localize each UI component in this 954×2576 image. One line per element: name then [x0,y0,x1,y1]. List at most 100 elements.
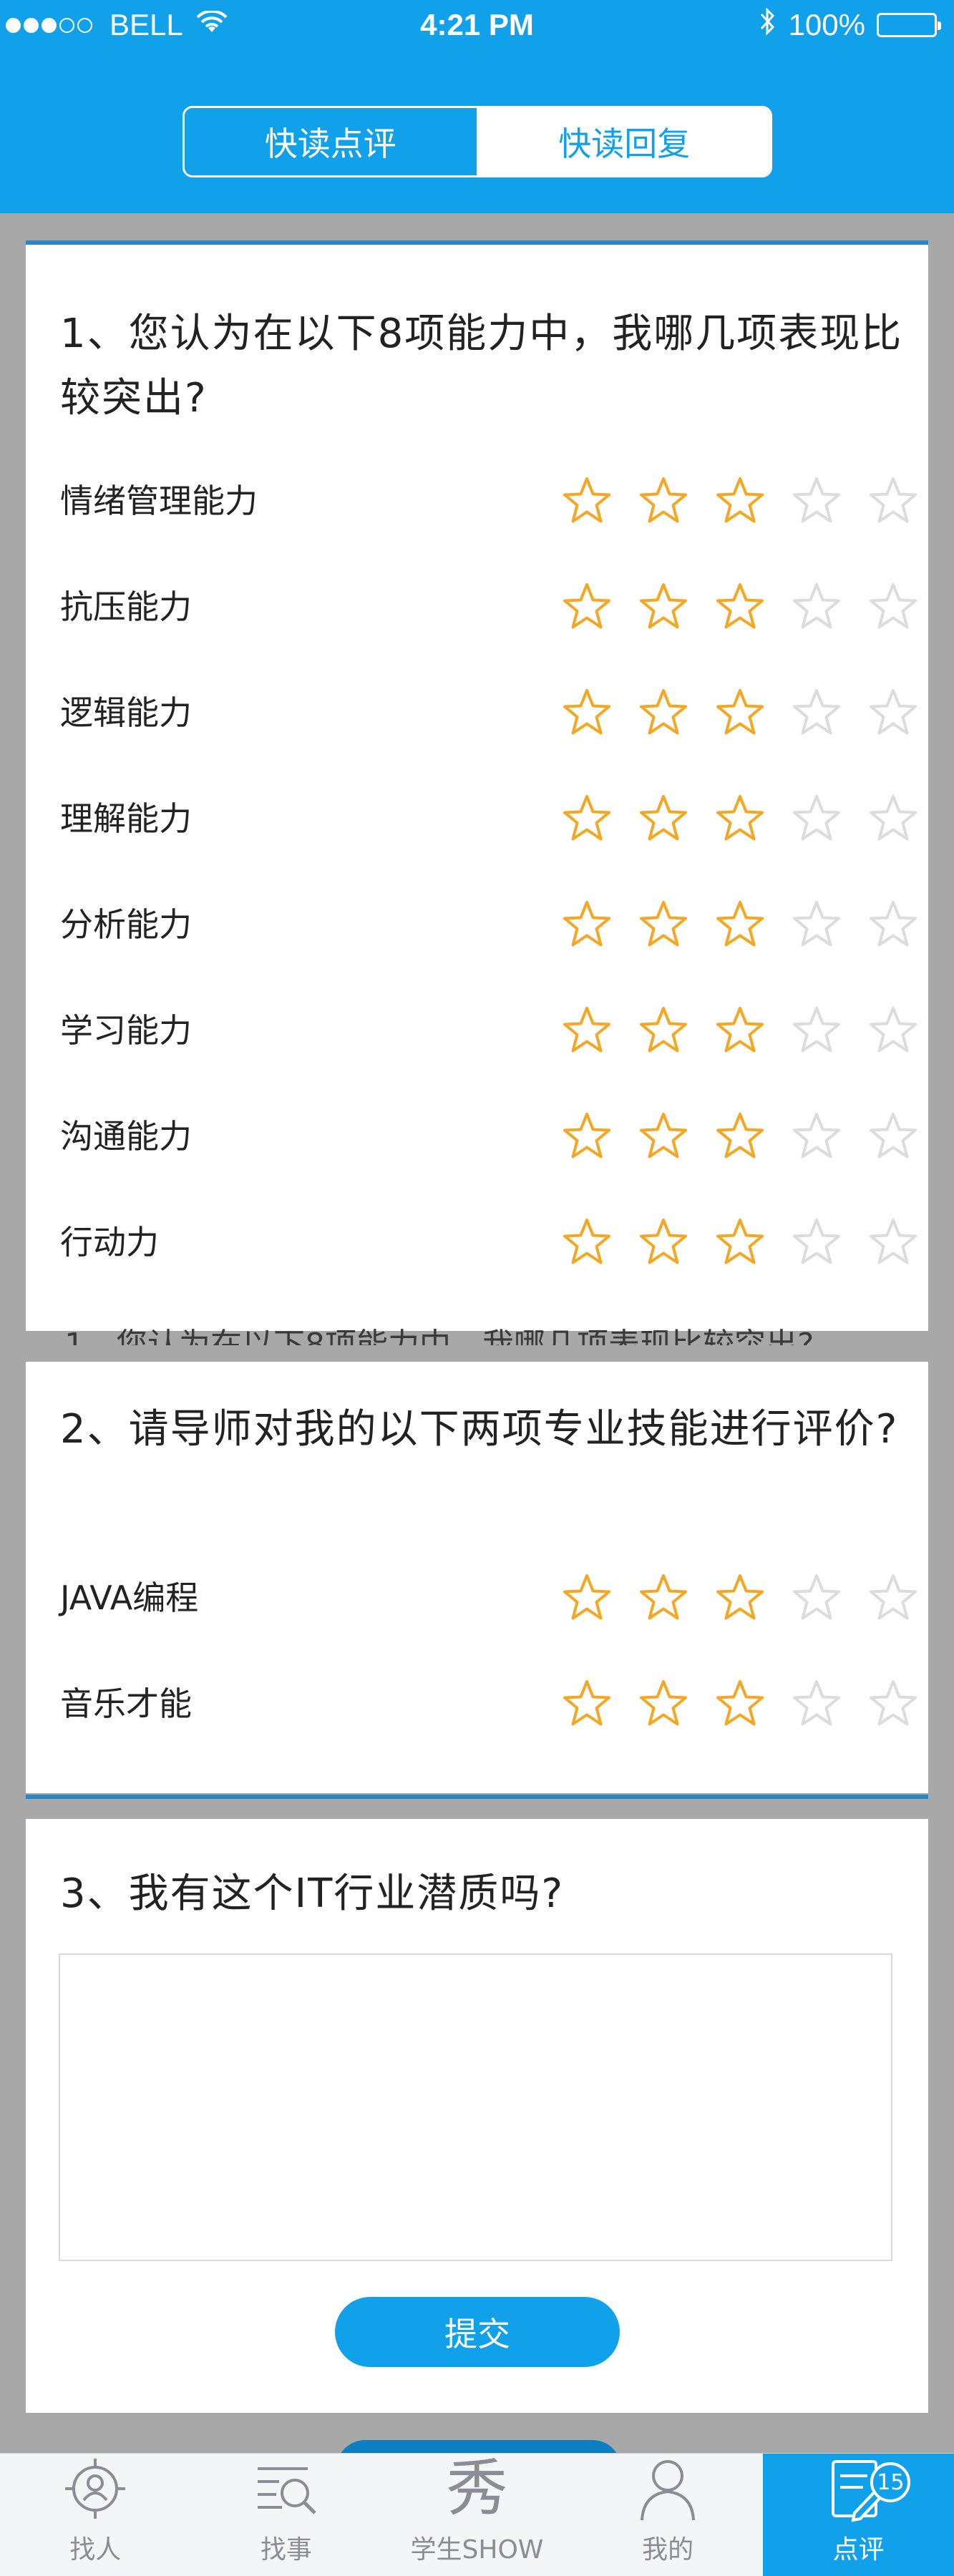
star-empty-icon[interactable] [867,1005,919,1056]
star-empty-icon[interactable] [791,1111,842,1162]
rating-row: JAVA编程 [60,1569,919,1626]
star-empty-icon[interactable] [867,1572,919,1624]
star-filled-icon[interactable] [638,687,689,738]
star-empty-icon[interactable] [867,1111,919,1162]
show-icon: 秀 [446,2453,508,2524]
battery-icon [877,13,941,37]
rating-label: 分析能力 [60,905,192,944]
submit-button[interactable]: 提交 [335,2297,620,2367]
skills-card: 2、请导师对我的以下两项专业技能进行评价? JAVA编程 音乐才能 [26,1362,928,1793]
rating-row: 逻辑能力 [60,684,919,741]
profile-icon [632,2453,704,2524]
star-filled-icon[interactable] [561,1005,613,1056]
rating-row: 理解能力 [60,790,919,847]
star-rating [561,687,919,738]
star-filled-icon[interactable] [714,1005,766,1056]
rating-label: 沟通能力 [60,1117,192,1156]
tab-label: 学生SHOW [410,2535,544,2565]
star-empty-icon[interactable] [791,687,842,738]
star-empty-icon[interactable] [867,475,919,527]
answer-textarea[interactable] [59,1953,892,2261]
find-person-icon [59,2453,131,2524]
star-filled-icon[interactable] [638,899,689,950]
rating-row: 沟通能力 [60,1108,919,1165]
star-filled-icon[interactable] [638,1005,689,1056]
star-filled-icon[interactable] [561,899,613,950]
star-empty-icon[interactable] [791,1678,842,1729]
tab-find-person[interactable]: 找人 [0,2454,191,2576]
star-rating [561,1572,919,1624]
status-bar: BELL 4:21 PM 100% [0,0,954,53]
star-filled-icon[interactable] [638,581,689,633]
app-header: BELL 4:21 PM 100% 快读点评 快读回复 [0,0,954,213]
star-filled-icon[interactable] [561,1216,613,1268]
question-2: 2、请导师对我的以下两项专业技能进行评价? [60,1406,899,1453]
rating-row: 学习能力 [60,1002,919,1059]
star-empty-icon[interactable] [791,899,842,950]
star-empty-icon[interactable] [867,793,919,844]
status-right: 100% [760,7,941,43]
tab-review[interactable]: 点评 15 [763,2454,954,2576]
star-filled-icon[interactable] [638,1678,689,1729]
star-filled-icon[interactable] [714,1572,766,1624]
star-filled-icon[interactable] [638,1216,689,1268]
tab-quick-review[interactable]: 快读点评 [185,108,479,175]
tab-mine[interactable]: 我的 [573,2454,764,2576]
star-empty-icon[interactable] [791,475,842,527]
battery-percent: 100% [788,8,865,42]
star-filled-icon[interactable] [714,687,766,738]
star-empty-icon[interactable] [791,1216,842,1268]
star-filled-icon[interactable] [638,1111,689,1162]
star-empty-icon[interactable] [791,581,842,633]
find-task-icon [250,2453,322,2524]
tab-label: 我的 [642,2535,694,2565]
rating-label: 情绪管理能力 [60,482,258,520]
rating-row: 音乐才能 [60,1675,919,1732]
star-filled-icon[interactable] [714,1111,766,1162]
star-filled-icon[interactable] [714,793,766,844]
tab-label: 找事 [260,2535,312,2565]
star-filled-icon[interactable] [561,475,613,527]
star-filled-icon[interactable] [714,475,766,527]
rating-label: 音乐才能 [60,1684,192,1723]
star-filled-icon[interactable] [561,1111,613,1162]
star-empty-icon[interactable] [867,687,919,738]
star-filled-icon[interactable] [561,581,613,633]
star-filled-icon[interactable] [638,1572,689,1624]
star-filled-icon[interactable] [561,1678,613,1729]
star-empty-icon[interactable] [791,1572,842,1624]
star-filled-icon[interactable] [561,1572,613,1624]
star-empty-icon[interactable] [867,1678,919,1729]
star-filled-icon[interactable] [714,899,766,950]
star-filled-icon[interactable] [638,475,689,527]
star-empty-icon[interactable] [867,581,919,633]
star-empty-icon[interactable] [791,793,842,844]
tab-bar: 找人 找事 秀 学生SHOW 我的 点评 15 [0,2453,954,2576]
potential-card: 3、我有这个IT行业潜质吗? 提交 [26,1819,928,2413]
star-rating [561,1005,919,1056]
question-3: 3、我有这个IT行业潜质吗? [60,1870,565,1917]
tab-student-show[interactable]: 秀 学生SHOW [381,2453,573,2576]
sticky-section-title: 1、您认为在以下8项能力中，我哪几项表现比较突出? [64,1327,814,1345]
segmented-control: 快读点评 快读回复 [182,106,772,177]
star-empty-icon[interactable] [867,1216,919,1268]
rating-label: JAVA编程 [60,1579,199,1617]
star-filled-icon[interactable] [714,1678,766,1729]
star-filled-icon[interactable] [714,581,766,633]
tab-quick-reply[interactable]: 快读回复 [478,108,770,175]
star-filled-icon[interactable] [638,793,689,844]
star-rating [561,793,919,844]
star-rating [561,475,919,527]
tab-find-task[interactable]: 找事 [191,2454,382,2576]
star-filled-icon[interactable] [714,1216,766,1268]
tab-label: 找人 [69,2535,122,2565]
star-filled-icon[interactable] [561,793,613,844]
star-filled-icon[interactable] [561,687,613,738]
rating-label: 学习能力 [60,1011,192,1050]
star-rating [561,1678,919,1729]
rating-label: 抗压能力 [60,587,192,626]
star-rating [561,1111,919,1162]
star-empty-icon[interactable] [791,1005,842,1056]
star-empty-icon[interactable] [867,899,919,950]
star-rating [561,581,919,633]
